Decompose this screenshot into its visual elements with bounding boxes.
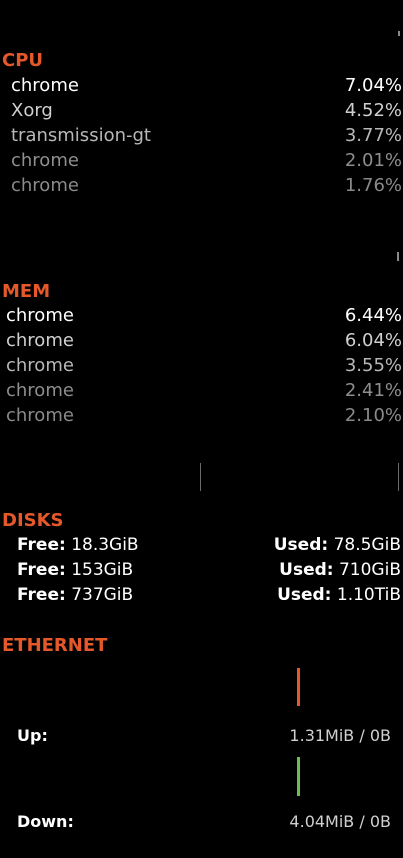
disk-free-value: 153GiB bbox=[71, 560, 134, 580]
disk-row: Free: 153GiB Used: 710GiB bbox=[0, 558, 403, 583]
mem-process-row: chrome 3.55% bbox=[0, 353, 403, 378]
disk-used-value: 710GiB bbox=[338, 560, 401, 580]
mem-process-row: chrome 2.41% bbox=[0, 378, 403, 403]
cpu-process-row: Xorg 4.52% bbox=[0, 98, 403, 123]
upload-graph-bar bbox=[297, 668, 300, 706]
cpu-process-row: chrome 1.76% bbox=[0, 173, 403, 198]
cpu-process-value: 3.77% bbox=[344, 125, 402, 146]
cpu-process-name: transmission-gt bbox=[11, 125, 151, 146]
cpu-process-value: 2.01% bbox=[344, 150, 402, 171]
disk-row: Free: 737GiB Used: 1.10TiB bbox=[0, 583, 403, 608]
mem-process-value: 6.44% bbox=[344, 305, 402, 326]
disk-used-value: 78.5GiB bbox=[333, 535, 401, 555]
cpu-process-name: Xorg bbox=[11, 100, 53, 121]
upload-label: Up: bbox=[17, 726, 48, 745]
disk-free: Free: 737GiB bbox=[17, 583, 133, 608]
mem-process-name: chrome bbox=[6, 305, 74, 326]
disk-free-value: 737GiB bbox=[71, 585, 134, 605]
disk-used: Used: 710GiB bbox=[279, 558, 401, 583]
mem-process-row: chrome 6.04% bbox=[0, 328, 403, 353]
cpu-process-row: chrome 2.01% bbox=[0, 148, 403, 173]
disk-free-label: Free: bbox=[17, 585, 66, 605]
cpu-process-name: chrome bbox=[11, 175, 79, 196]
cpu-process-name: chrome bbox=[11, 75, 79, 96]
download-value: 4.04MiB / 0B bbox=[289, 812, 391, 831]
mem-graph-tick bbox=[397, 252, 399, 261]
download-label: Down: bbox=[17, 812, 74, 831]
download-graph-bar bbox=[297, 757, 300, 796]
cpu-graph-tick bbox=[398, 31, 400, 36]
cpu-process-value: 4.52% bbox=[344, 100, 402, 121]
mem-process-name: chrome bbox=[6, 405, 74, 426]
mem-process-row: chrome 6.44% bbox=[0, 303, 403, 328]
disk-used-label: Used: bbox=[279, 560, 334, 580]
disks-section-title: DISKS bbox=[2, 510, 64, 531]
cpu-process-row: chrome 7.04% bbox=[0, 73, 403, 98]
mem-process-name: chrome bbox=[6, 380, 74, 401]
mem-process-row: chrome 2.10% bbox=[0, 403, 403, 428]
mem-process-value: 3.55% bbox=[344, 355, 402, 376]
disk-used-value: 1.10TiB bbox=[336, 585, 401, 605]
cpu-process-value: 7.04% bbox=[344, 75, 402, 96]
mem-process-value: 6.04% bbox=[344, 330, 402, 351]
disk-free-label: Free: bbox=[17, 560, 66, 580]
disk-free-value: 18.3GiB bbox=[71, 535, 139, 555]
cpu-section-title: CPU bbox=[2, 50, 44, 71]
cpu-process-name: chrome bbox=[11, 150, 79, 171]
disk-free: Free: 18.3GiB bbox=[17, 533, 139, 558]
disk-used-label: Used: bbox=[277, 585, 332, 605]
disk-used-label: Used: bbox=[273, 535, 329, 555]
mem-process-name: chrome bbox=[6, 355, 74, 376]
mem-section-title: MEM bbox=[2, 281, 51, 302]
mem-process-value: 2.41% bbox=[344, 380, 402, 401]
ethernet-section-title: ETHERNET bbox=[2, 635, 108, 656]
cpu-process-value: 1.76% bbox=[344, 175, 402, 196]
disk-used: Used: 1.10TiB bbox=[277, 583, 401, 608]
disk-graph-left-tick bbox=[200, 463, 201, 491]
mem-process-name: chrome bbox=[6, 330, 74, 351]
disk-free: Free: 153GiB bbox=[17, 558, 133, 583]
upload-value: 1.31MiB / 0B bbox=[289, 726, 391, 745]
disk-graph-right-tick bbox=[398, 463, 399, 491]
disk-used: Used: 78.5GiB bbox=[274, 533, 401, 558]
cpu-process-row: transmission-gt 3.77% bbox=[0, 123, 403, 148]
disk-free-label: Free: bbox=[17, 535, 66, 555]
disk-row: Free: 18.3GiB Used: 78.5GiB bbox=[0, 533, 403, 558]
mem-process-value: 2.10% bbox=[344, 405, 402, 426]
